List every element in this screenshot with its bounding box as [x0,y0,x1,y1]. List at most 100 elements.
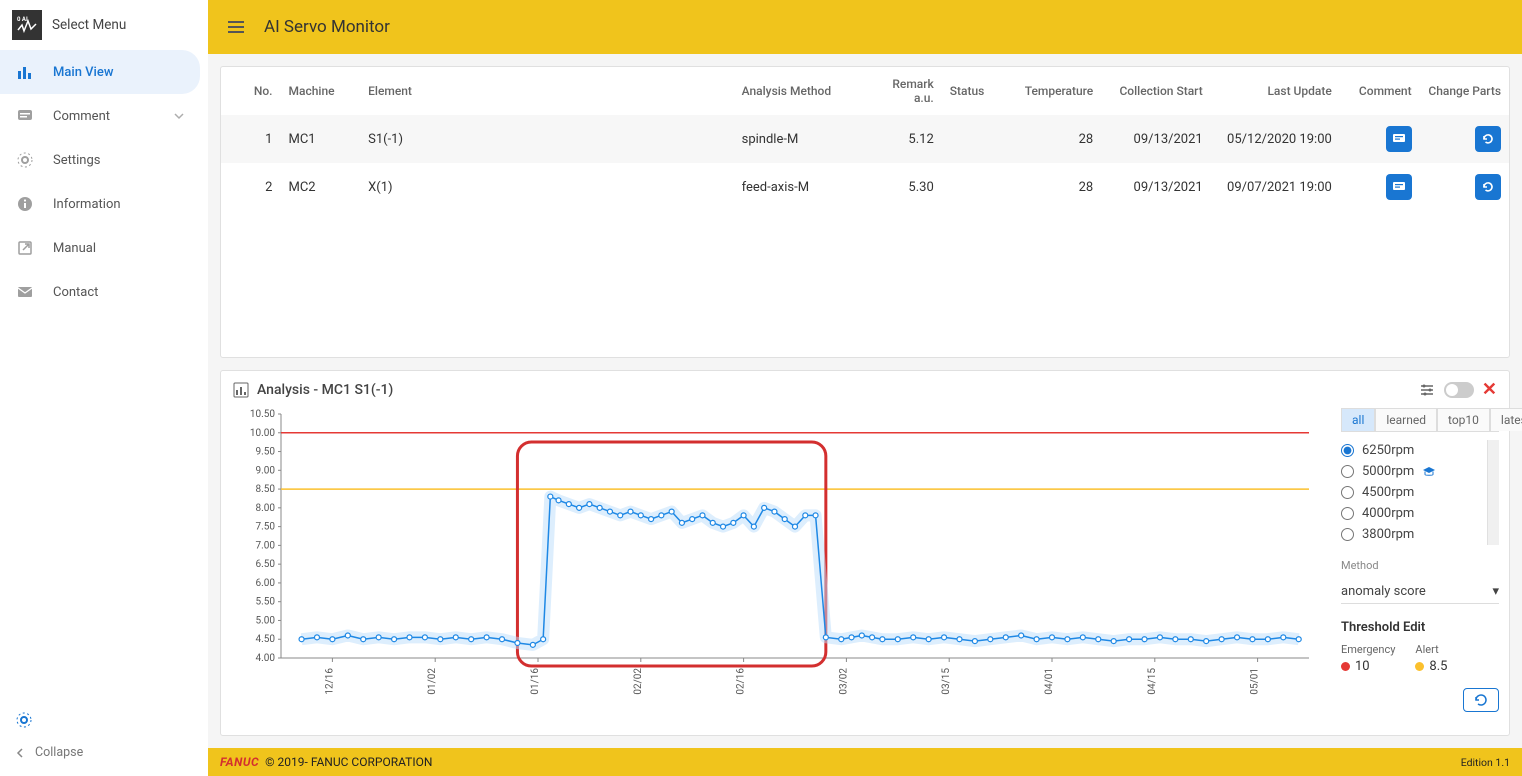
svg-text:02/02: 02/02 [633,668,644,695]
comment-icon [15,106,35,126]
svg-text:10.50: 10.50 [250,409,275,420]
nav-information[interactable]: Information [0,182,200,226]
method-value: anomaly score [1341,584,1426,599]
info-icon [15,194,35,214]
sidebar-title: Select Menu [52,17,126,33]
svg-text:8.00: 8.00 [256,503,276,514]
reload-chart-button[interactable] [1463,688,1499,712]
threshold-edit-title: Threshold Edit [1341,620,1499,635]
emergency-label: Emergency [1341,643,1395,656]
tab-all[interactable]: all [1341,408,1375,431]
svg-text:10.00: 10.00 [250,428,275,439]
caret-down-icon: ▾ [1492,584,1499,599]
chevron-left-icon [15,748,25,758]
method-label: Method [1341,559,1499,572]
table-row[interactable]: 1MC1S1(-1)spindle-M5.122809/13/202105/12… [221,115,1509,163]
page-title: AI Servo Monitor [264,17,390,37]
table-row[interactable]: 2MC2X(1)feed-axis-M5.302809/13/202109/07… [221,163,1509,211]
external-link-icon [15,238,35,258]
col-comment: Comment [1340,67,1420,115]
nav-main-view[interactable]: Main View [0,50,200,94]
hamburger-icon[interactable] [226,17,246,37]
col-last-update: Last Update [1211,67,1340,115]
svg-text:5.00: 5.00 [256,615,276,626]
col-analysis-method: Analysis Method [734,67,863,115]
col-no: No. [221,67,280,115]
rpm-option[interactable]: 4000rpm [1341,503,1487,524]
emergency-value[interactable]: 10 [1341,659,1395,674]
anomaly-chart[interactable]: 4.004.505.005.506.006.507.007.508.008.50… [231,408,1319,698]
svg-text:12/16: 12/16 [324,668,335,695]
col-change-parts: Change Parts [1420,67,1509,115]
gear-icon [15,711,33,729]
machines-table: No. Machine Element Analysis Method Rema… [221,67,1509,211]
svg-text:03/15: 03/15 [941,668,952,695]
tab-learned[interactable]: learned [1375,408,1437,431]
close-analysis-button[interactable]: ✕ [1482,379,1497,400]
svg-text:5.50: 5.50 [256,597,276,608]
tab-top10[interactable]: top10 [1437,408,1490,431]
nav-label: Information [53,197,121,212]
refresh-icon [1473,692,1489,708]
footer-copyright: © 2019- FANUC CORPORATION [265,755,432,769]
footer-edition: Edition 1.1 [1461,756,1510,769]
settings-shortcut[interactable] [15,703,193,737]
svg-text:4.50: 4.50 [256,634,276,645]
col-temperature: Temperature [1011,67,1101,115]
collapse-label: Collapse [35,745,83,760]
svg-text:04/01: 04/01 [1044,668,1055,695]
nav-settings[interactable]: Settings [0,138,200,182]
sidebar: 0 AI Select Menu Main View Comment Setti… [0,0,208,776]
col-machine: Machine [280,67,360,115]
change-parts-button[interactable] [1475,174,1501,200]
app-logo: 0 AI [12,10,42,40]
alert-value[interactable]: 8.5 [1415,659,1447,674]
svg-text:9.00: 9.00 [256,465,276,476]
rpm-option[interactable]: 5000rpm [1341,461,1487,482]
svg-text:7.50: 7.50 [256,522,276,533]
nav-comment[interactable]: Comment [0,94,200,138]
svg-text:04/15: 04/15 [1147,668,1158,695]
topbar: AI Servo Monitor [208,0,1522,54]
machines-table-card: No. Machine Element Analysis Method Rema… [220,66,1510,358]
col-remark: Remark a.u. [862,67,942,115]
chevron-down-icon [173,110,185,122]
comment-button[interactable] [1386,126,1412,152]
svg-text:7.00: 7.00 [256,540,276,551]
bar-chart-icon [15,62,35,82]
nav-label: Contact [53,285,98,300]
tab-latest[interactable]: latest [1490,408,1522,431]
chart-tabs: all learned top10 latest [1341,408,1499,432]
nav-label: Manual [53,241,96,256]
svg-text:6.00: 6.00 [256,578,276,589]
rpm-option[interactable]: 3800rpm [1341,524,1487,545]
tune-icon[interactable] [1418,381,1436,399]
chart-area: 4.004.505.005.506.006.507.007.508.008.50… [231,408,1331,725]
comment-button[interactable] [1386,174,1412,200]
rpm-option[interactable]: 6250rpm [1341,440,1487,461]
nav-label: Comment [53,109,110,124]
gear-icon [15,150,35,170]
analysis-title: Analysis - MC1 S1(-1) [257,382,393,398]
footer-brand: FANUC [220,755,259,769]
footer-bar: FANUC © 2019- FANUC CORPORATION Edition … [208,748,1522,776]
svg-text:03/02: 03/02 [838,668,849,695]
col-status: Status [942,67,1012,115]
rpm-option[interactable]: 4500rpm [1341,482,1487,503]
analysis-card: Analysis - MC1 S1(-1) ✕ 4.004.505.005.50… [220,370,1510,736]
change-parts-button[interactable] [1475,126,1501,152]
collapse-sidebar[interactable]: Collapse [15,737,193,768]
chart-toggle[interactable] [1444,382,1474,398]
alert-label: Alert [1415,643,1447,656]
method-select[interactable]: anomaly score ▾ [1341,580,1499,604]
chart-side-panel: all learned top10 latest 6250rpm5000rpm4… [1331,408,1499,725]
col-collection-start: Collection Start [1101,67,1210,115]
col-element: Element [360,67,734,115]
nav-contact[interactable]: Contact [0,270,200,314]
svg-text:05/01: 05/01 [1250,668,1261,695]
svg-text:9.50: 9.50 [256,447,276,458]
rpm-scrollbar[interactable] [1487,440,1499,545]
nav-manual[interactable]: Manual [0,226,200,270]
svg-text:6.50: 6.50 [256,559,276,570]
svg-text:01/16: 01/16 [530,668,541,695]
